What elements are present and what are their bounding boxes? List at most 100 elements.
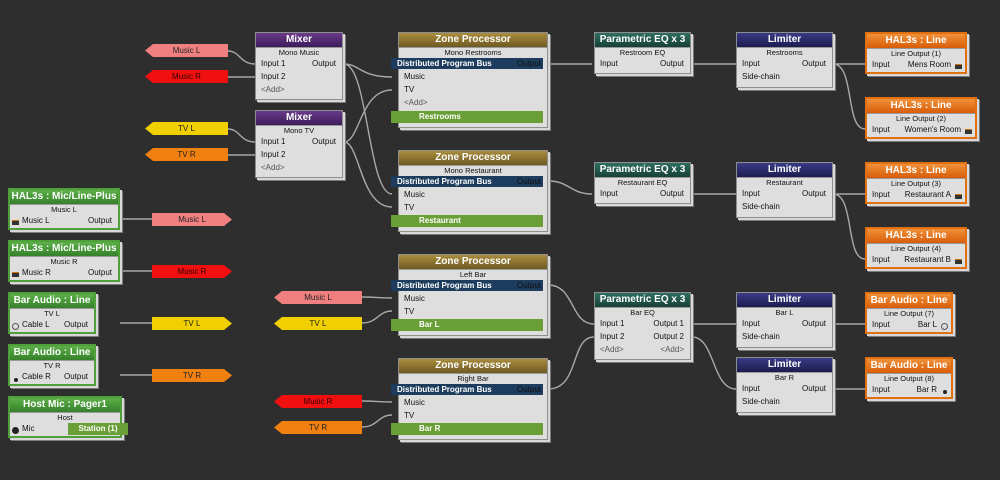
jack-icon [943,390,947,394]
tv-input-row[interactable]: TV [399,410,547,422]
station-button[interactable]: Station (1) [68,423,128,435]
block-name: Mono TV [283,126,315,135]
block-name: Bar EQ [630,308,655,317]
output-block-line-2[interactable]: HAL3s : Line Line Output (2) Input Women'… [865,97,977,139]
zone-processor-mono-restaurant[interactable]: Zone Processor Mono Restaurant Distribut… [391,150,548,232]
music-r-tag[interactable]: Music R [145,70,228,83]
io-row[interactable]: Cable L Output [10,319,94,331]
mixer-block-mono-tv[interactable]: Mixer Mono TV Input 1 Output Input 2 <Add… [255,110,343,178]
io-row[interactable]: Input Bar L [867,319,951,331]
io-row[interactable]: Input 1 Output 1 [595,318,690,330]
sidechain-row[interactable]: Side-chain [737,71,832,83]
zone-processor-left-bar[interactable]: Zone Processor Left Bar Distributed Prog… [391,254,548,336]
port-label: Output [516,385,541,394]
limiter-bar-l[interactable]: Limiter Bar L Input Output Side-chain [736,292,833,348]
parametric-eq-restaurant[interactable]: Parametric EQ x 3 Restaurant EQ Input Out… [594,162,691,204]
io-row[interactable]: Input Output [595,58,690,70]
io-row[interactable]: Input Output [737,383,832,395]
output-block-line-8[interactable]: Bar Audio : Line Line Output (8) Input Ba… [865,357,953,399]
output-block-line-3[interactable]: HAL3s : Line Line Output (3) Input Restau… [865,162,967,204]
output-block-line-7[interactable]: Bar Audio : Line Line Output (7) Input Ba… [865,292,953,334]
zone-processor-mono-restrooms[interactable]: Zone Processor Mono Restrooms Distribute… [391,32,548,128]
music-r-out-tag[interactable]: Music R [152,265,232,278]
port-label: Input 1 [600,319,625,328]
block-name: Line Output (4) [890,244,942,253]
zone-bar[interactable]: Restaurant [391,215,543,227]
sidechain-row[interactable]: Side-chain [737,396,832,408]
output-row[interactable]: Output [399,384,547,396]
sidechain-row[interactable]: Side-chain [737,201,832,213]
music-input-row[interactable]: Music [399,71,547,83]
add-row[interactable]: <Add> <Add> [595,344,690,356]
music-l-in-tag[interactable]: Music L [274,291,362,304]
add-input-row[interactable]: <Add> [256,84,342,96]
tv-input-row[interactable]: TV [399,306,547,318]
output-row[interactable]: Output [399,58,547,70]
parametric-eq-bar[interactable]: Parametric EQ x 3 Bar EQ Input 1 Output 1… [594,292,691,360]
limiter-restrooms[interactable]: Limiter Restrooms Input Output Side-chain [736,32,833,88]
io-row[interactable]: Input Output [595,188,690,200]
io-row[interactable]: Input Bar R [867,384,951,396]
limiter-restaurant[interactable]: Limiter Restaurant Input Output Side-chai… [736,162,833,218]
wire [227,128,256,143]
io-row[interactable]: Music R Output [10,267,118,279]
parametric-eq-restroom[interactable]: Parametric EQ x 3 Restroom EQ Input Outpu… [594,32,691,74]
input-pin-row[interactable]: Input 1 Output [256,58,342,70]
music-input-row[interactable]: Music [399,293,547,305]
source-block-tv-l[interactable]: Bar Audio : Line TV L Cable L Output [8,292,96,334]
io-row[interactable]: Input Output [737,188,832,200]
source-block-music-r[interactable]: HAL3s : Mic/Line-Plus Music R Music R Out… [8,240,120,282]
source-block-tv-r[interactable]: Bar Audio : Line TV R Cable R Output [8,344,96,386]
jack-icon [12,323,19,330]
limiter-bar-r[interactable]: Limiter Bar R Input Output Side-chain [736,357,833,413]
tv-r-tag[interactable]: TV R [145,148,228,161]
tv-l-out-tag[interactable]: TV L [152,317,232,330]
add-input-row[interactable]: <Add> [399,97,547,109]
output-block-line-1[interactable]: HAL3s : Line Line Output (1) Input Mens R… [865,32,967,74]
add-input-row[interactable]: <Add> [256,162,342,174]
mixer-block-mono-music[interactable]: Mixer Mono Music Input 1 Output Input 2 <… [255,32,343,100]
io-row[interactable]: Input Output [737,318,832,330]
tag-label: Music R [177,267,207,276]
io-row[interactable]: Music L Output [10,215,118,227]
io-row[interactable]: Input Restaurant A [867,189,965,201]
source-block-music-l[interactable]: HAL3s : Mic/Line-Plus Music L Music L Out… [8,188,120,230]
port-label: Input [742,189,760,198]
port-label: Cable R [22,372,51,381]
music-l-out-tag[interactable]: Music L [152,213,232,226]
music-input-row[interactable]: Music [399,189,547,201]
io-row[interactable]: Input Mens Room [867,59,965,71]
port-label: Input 1 [261,137,286,146]
io-row[interactable]: Cable R Output [10,371,94,383]
output-row[interactable]: Output [399,176,547,188]
tv-r-out-tag[interactable]: TV R [152,369,232,382]
music-l-tag[interactable]: Music L [145,44,228,57]
tv-l-tag[interactable]: TV L [145,122,228,135]
io-row[interactable]: Input Women's Room [867,124,975,136]
tv-input-row[interactable]: TV [399,202,547,214]
io-row[interactable]: Input 2 Output 2 [595,331,690,343]
zone-bar[interactable]: Restrooms [391,111,543,123]
output-block-line-4[interactable]: HAL3s : Line Line Output (4) Input Restau… [865,227,967,269]
music-input-row[interactable]: Music [399,397,547,409]
output-row[interactable]: Output [399,280,547,292]
zone-processor-right-bar[interactable]: Zone Processor Right Bar Distributed Pro… [391,358,548,440]
tv-l-in-tag[interactable]: TV L [274,317,362,330]
zone-bar[interactable]: Bar R [391,423,543,435]
block-title: HAL3s : Line [867,99,975,114]
tv-input-row[interactable]: TV [399,84,547,96]
io-row[interactable]: Input Output [737,58,832,70]
host-mic-block[interactable]: Host Mic : Pager1 Host Mic Station (1) [8,396,128,438]
signal-flow-canvas[interactable]: Music L Music R TV L TV R Mixer Mono Mus… [0,0,1000,480]
input-pin-row[interactable]: Input 2 [256,149,342,161]
input-pin-row[interactable]: Input 1 Output [256,136,342,148]
io-row[interactable]: Input Restaurant B [867,254,965,266]
sidechain-row[interactable]: Side-chain [737,331,832,343]
block-name: Music R [50,257,78,266]
input-pin-row[interactable]: Input 2 [256,71,342,83]
port-label: Input 2 [261,72,286,81]
tv-r-in-tag[interactable]: TV R [274,421,362,434]
port-label: Output [87,268,112,277]
zone-bar[interactable]: Bar L [391,319,543,331]
music-r-in-tag[interactable]: Music R [274,395,362,408]
